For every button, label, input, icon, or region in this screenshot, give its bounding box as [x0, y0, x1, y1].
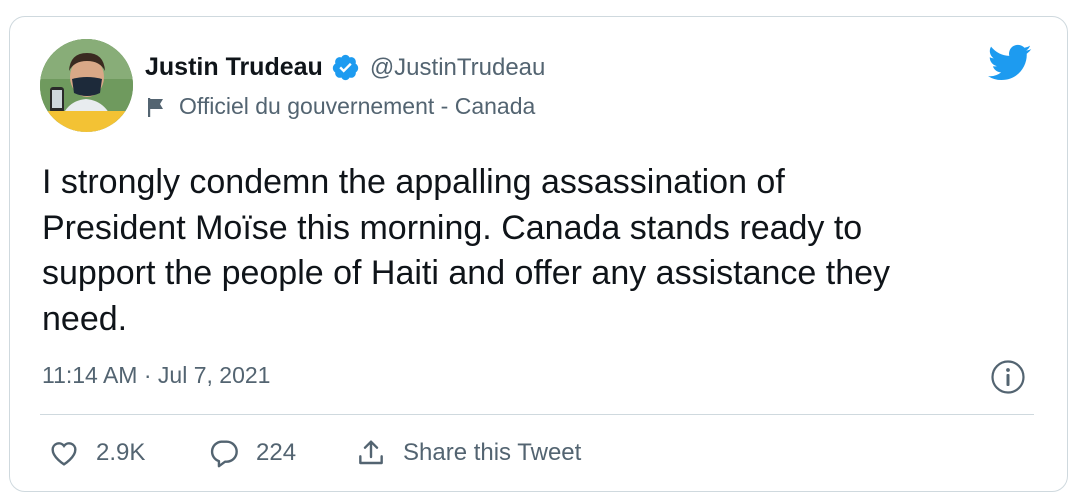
share-icon: [359, 440, 383, 465]
tweet-text-line: President Moïse this morning. Canada sta…: [42, 208, 863, 247]
author-row: Justin Trudeau @JustinTrudeau: [145, 53, 545, 82]
tweet-text: I strongly condemn the appalling assassi…: [42, 160, 1032, 342]
affiliation-row: Officiel du gouvernement - Canada: [145, 93, 535, 120]
twitter-logo-icon[interactable]: [988, 44, 1032, 82]
reply-button[interactable]: 224: [208, 437, 296, 469]
tweet-text-line: I strongly condemn the appalling assassi…: [42, 163, 785, 201]
info-icon[interactable]: [990, 359, 1026, 395]
tweet-text-line: support the people of Haiti and offer an…: [42, 254, 891, 292]
divider: [40, 414, 1034, 415]
share-button[interactable]: Share this Tweet: [355, 437, 581, 469]
government-label[interactable]: Officiel du gouvernement - Canada: [179, 93, 535, 120]
verified-badge-icon: [331, 53, 360, 82]
tweet-timestamp[interactable]: 11:14 AM · Jul 7, 2021: [42, 362, 270, 389]
reply-icon: [210, 440, 238, 468]
avatar[interactable]: [40, 39, 133, 132]
author-name[interactable]: Justin Trudeau: [145, 53, 323, 82]
avatar-photo: [40, 39, 133, 132]
share-label: Share this Tweet: [403, 439, 582, 466]
like-button[interactable]: 2.9K: [48, 437, 145, 469]
tweet-text-line: need.: [42, 299, 128, 338]
heart-icon: [51, 442, 77, 466]
flag-icon: [145, 96, 167, 118]
author-handle[interactable]: @JustinTrudeau: [370, 54, 546, 82]
like-count: 2.9K: [96, 439, 146, 466]
reply-count: 224: [256, 439, 297, 466]
